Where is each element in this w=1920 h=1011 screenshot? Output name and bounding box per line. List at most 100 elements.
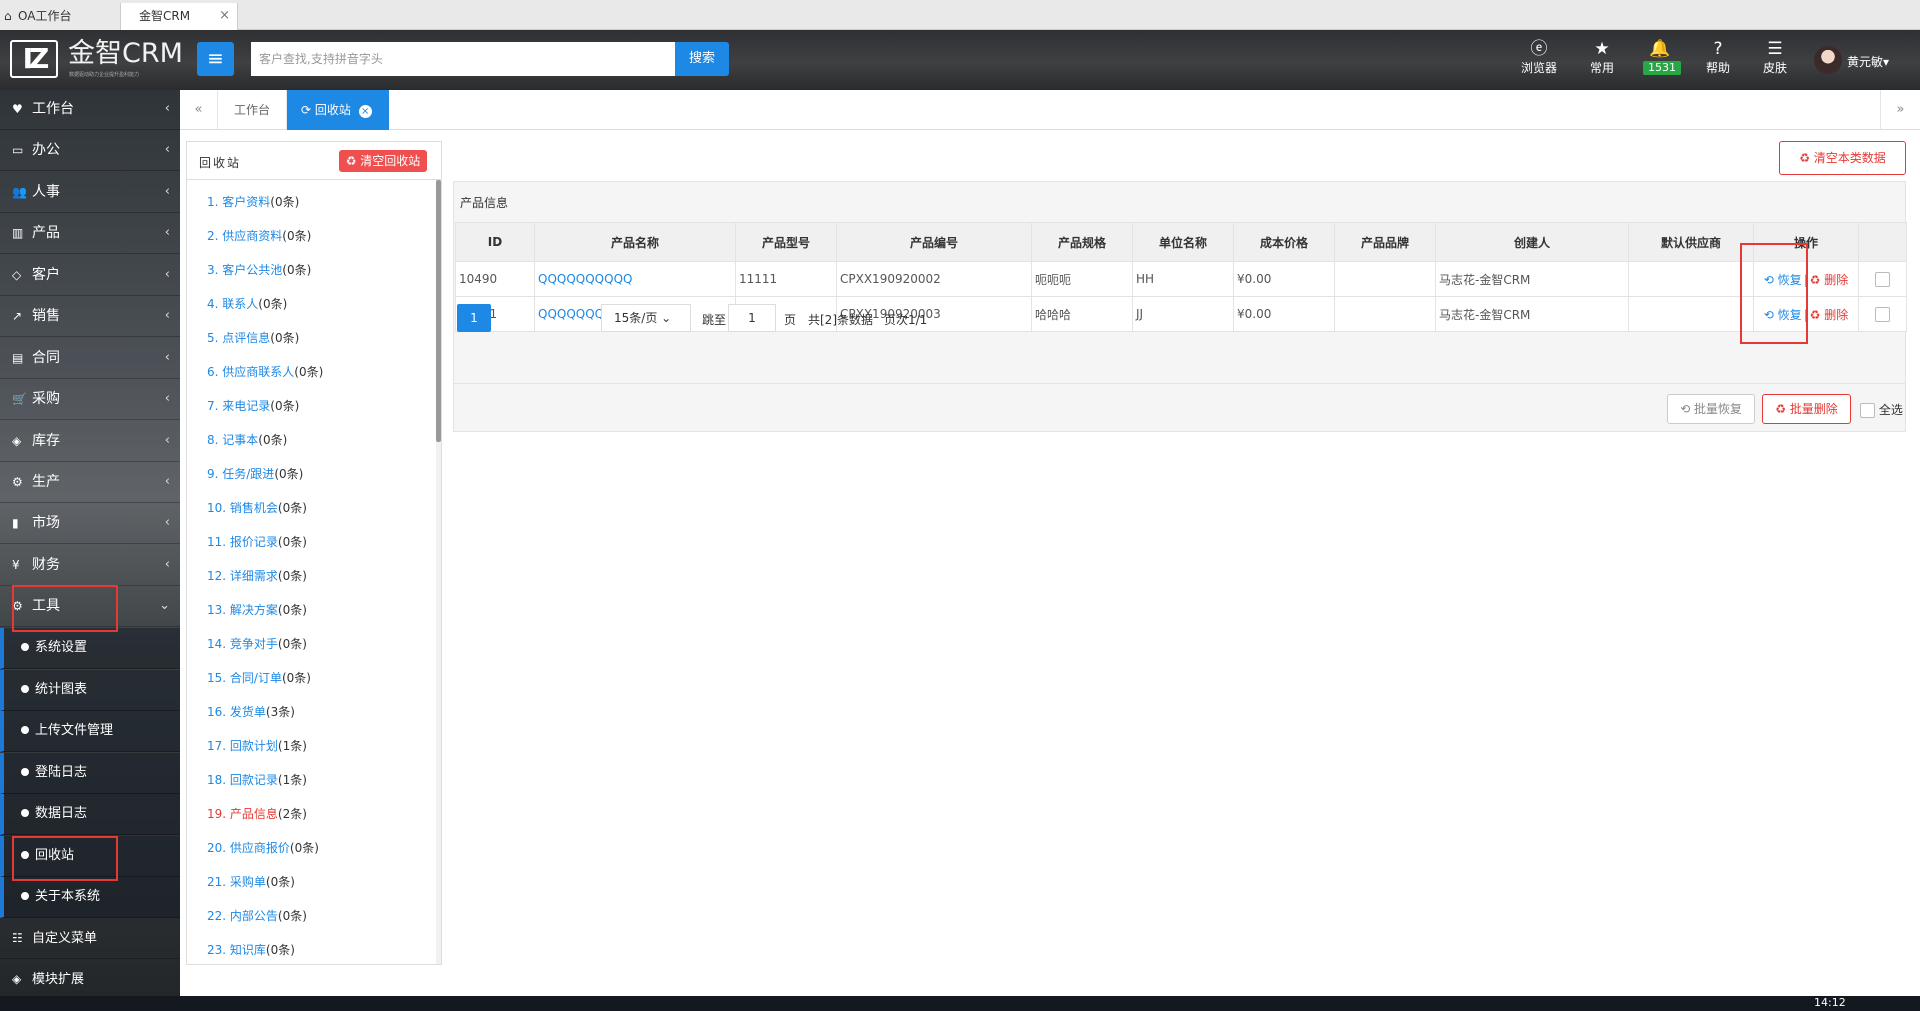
search-button[interactable]: 搜索 [675,42,729,76]
tab-recycle-bin[interactable]: ⟳ 回收站 × [287,90,389,130]
header-browser-button[interactable]: ⓔ 浏览器 [1510,38,1568,76]
cubes-icon: ◈ [12,434,22,448]
recycle-category-item[interactable]: 6. 供应商联系人(0条) [207,364,323,380]
sidebar-item-production[interactable]: ⚙ 生产 ‹ [0,463,180,503]
sidebar-item-contract[interactable]: ▤ 合同 ‹ [0,339,180,379]
column-header[interactable]: ID [455,222,535,262]
customer-search-input[interactable] [251,42,676,76]
column-header[interactable]: 创建人 [1435,222,1629,262]
yen-icon: ¥ [12,558,20,572]
recycle-category-item[interactable]: 19. 产品信息(2条) [207,806,307,822]
recycle-category-count: (0条) [274,467,304,481]
recycle-category-item[interactable]: 2. 供应商资料(0条) [207,228,311,244]
column-header[interactable]: 产品规格 [1031,222,1133,262]
tab-workbench[interactable]: 工作台 [218,90,287,130]
recycle-category-item[interactable]: 21. 采购单(0条) [207,874,295,890]
recycle-category-item[interactable]: 7. 来电记录(0条) [207,398,299,414]
column-header[interactable]: 产品品牌 [1334,222,1436,262]
sidebar-item-inventory[interactable]: ◈ 库存 ‹ [0,422,180,462]
sidebar-item-customer[interactable]: ◇ 客户 ‹ [0,256,180,296]
row-checkbox[interactable] [1875,271,1890,287]
batch-delete-button[interactable]: ♻ 批量删除 [1762,394,1851,424]
sidebar-subitem-file-manager[interactable]: 上传文件管理 [0,711,180,752]
column-header[interactable]: 单位名称 [1132,222,1234,262]
chevron-left-icon: ‹ [164,101,170,116]
sidebar-item-office[interactable]: ▭ 办公 ‹ [0,131,180,171]
sidebar-item-purchase[interactable]: 🛒 采购 ‹ [0,380,180,420]
delete-button[interactable]: ♻ 删除 [1810,273,1849,287]
sidebar-item-product[interactable]: ▥ 产品 ‹ [0,214,180,254]
bookmark-icon: ▮ [12,516,19,530]
close-tab-icon[interactable]: × [219,3,230,29]
sidebar-subitem-recycle-bin[interactable]: 回收站 [0,836,180,877]
sidebar-item-hr[interactable]: 👥 人事 ‹ [0,173,180,213]
scrollbar-thumb[interactable] [436,180,441,442]
recycle-category-count: (0条) [270,195,300,209]
sidebar-subitem-statistics[interactable]: 统计图表 [0,670,180,711]
restore-button[interactable]: ⟲ 恢复 [1764,273,1802,287]
recycle-category-item[interactable]: 1. 客户资料(0条) [207,194,299,210]
close-tab-icon[interactable]: × [358,105,372,118]
sidebar-subitem-system-settings[interactable]: 系统设置 [0,628,180,669]
sidebar-item-finance[interactable]: ¥ 财务 ‹ [0,546,180,586]
sidebar-subitem-data-log[interactable]: 数据日志 [0,794,180,835]
recycle-category-item[interactable]: 9. 任务/跟进(0条) [207,466,303,482]
sidebar-item-market[interactable]: ▮ 市场 ‹ [0,504,180,544]
sidebar-subitem-about[interactable]: 关于本系统 [0,877,180,918]
recycle-category-item[interactable]: 12. 详细需求(0条) [207,568,307,584]
recycle-category-item[interactable]: 22. 内部公告(0条) [207,908,307,924]
browser-tab-crm[interactable]: 金智CRM × [120,3,238,30]
browser-tab-oa[interactable]: ⌂ OA工作台 [0,3,120,30]
logo-slogan: 数据驱动助力企业提升盈利能力 [69,72,140,78]
recycle-category-item[interactable]: 4. 联系人(0条) [207,296,287,312]
total-count-text: 共[2]条数据 [808,313,873,327]
recycle-category-item[interactable]: 16. 发货单(3条) [207,704,295,720]
column-header [1858,222,1907,262]
recycle-category-item[interactable]: 17. 回款计划(1条) [207,738,307,754]
recycle-category-item[interactable]: 20. 供应商报价(0条) [207,840,319,856]
recycle-category-count: (1条) [277,773,307,787]
tab-scroll-right-button[interactable]: » [1880,90,1920,130]
column-header[interactable]: 成本价格 [1233,222,1335,262]
header-help-button[interactable]: ? 帮助 [1689,38,1747,76]
header-favorites-button[interactable]: ★ 常用 [1573,38,1631,76]
sidebar-subitem-login-log[interactable]: 登陆日志 [0,753,180,794]
page-number-button[interactable]: 1 [457,304,491,332]
batch-restore-button[interactable]: ⟲ 批量恢复 [1667,394,1755,424]
recycle-category-item[interactable]: 8. 记事本(0条) [207,432,287,448]
recycle-category-item[interactable]: 23. 知识库(0条) [207,942,295,958]
column-header[interactable]: 产品名称 [534,222,736,262]
recycle-category-item[interactable]: 13. 解决方案(0条) [207,602,307,618]
recycle-category-item[interactable]: 14. 竞争对手(0条) [207,636,307,652]
recycle-category-item[interactable]: 11. 报价记录(0条) [207,534,307,550]
cell-product-name-link[interactable]: QQQQQQQQQQ [534,261,736,297]
sidebar-item-custom-menu[interactable]: ☷ 自定义菜单 [0,919,180,959]
sidebar: ♥ 工作台 ‹ ▭ 办公 ‹ 👥 人事 ‹ ▥ 产品 ‹ ◇ 客户 ‹ ↗ 销售 ‹ ▤ 合同 ‹ 🛒 采购 ‹… [0,90,180,996]
recycle-category-item[interactable]: 3. 客户公共池(0条) [207,262,311,278]
sidebar-item-module-extension[interactable]: ◈ 模块扩展 [0,960,180,996]
chevron-left-icon: ‹ [164,267,170,282]
column-header[interactable]: 产品编号 [836,222,1032,262]
jump-page-input[interactable]: 1 [728,304,776,332]
recycle-category-name: 8. 记事本 [207,433,259,447]
checkbox[interactable] [1860,403,1875,418]
sidebar-item-sales[interactable]: ↗ 销售 ‹ [0,297,180,337]
cubes-icon: ◈ [12,972,22,986]
select-all-checkbox[interactable]: 全选 [1860,401,1903,418]
recycle-category-item[interactable]: 18. 回款记录(1条) [207,772,307,788]
column-header[interactable]: 产品型号 [735,222,837,262]
column-header[interactable]: 默认供应商 [1628,222,1754,262]
scrollbar[interactable] [436,180,441,964]
recycle-category-item[interactable]: 15. 合同/订单(0条) [207,670,311,686]
clear-category-data-button[interactable]: ♻ 清空本类数据 [1779,141,1906,175]
clear-recycle-bin-button[interactable]: ♻ 清空回收站 [339,150,427,172]
sidebar-item-workbench[interactable]: ♥ 工作台 ‹ [0,90,180,130]
page-size-select[interactable]: 15条/页 ⌄ [601,304,691,332]
menu-toggle-button[interactable]: ≡ [197,42,234,76]
tab-scroll-left-button[interactable]: « [180,90,218,130]
recycle-category-item[interactable]: 10. 销售机会(0条) [207,500,307,516]
sidebar-item-tools[interactable]: ⚙ 工具 ⌄ [0,587,180,627]
header-skin-button[interactable]: ☰ 皮肤 [1746,38,1804,76]
recycle-category-count: (0条) [277,501,307,515]
recycle-category-item[interactable]: 5. 点评信息(0条) [207,330,299,346]
